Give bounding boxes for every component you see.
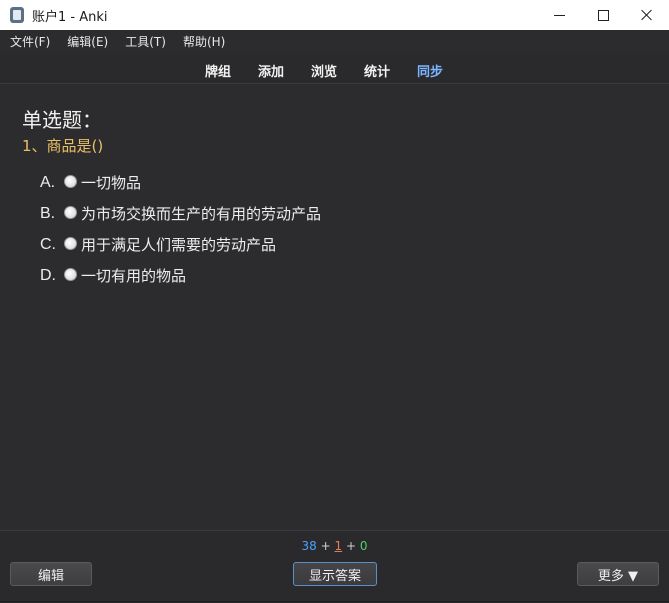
anki-icon bbox=[10, 7, 24, 23]
review-card: 单选题： 1、商品是() A. 一切物品 B. 为市场交换而生产的有用的劳动产品… bbox=[0, 84, 669, 530]
radio-icon[interactable] bbox=[64, 268, 77, 281]
option-letter: A. bbox=[40, 173, 56, 191]
new-count: 38 bbox=[301, 539, 317, 553]
option-text: 为市场交换而生产的有用的劳动产品 bbox=[81, 205, 322, 223]
radio-icon[interactable] bbox=[64, 175, 77, 188]
menu-tools[interactable]: 工具(T) bbox=[119, 33, 172, 50]
menu-edit[interactable]: 编辑(E) bbox=[61, 33, 114, 50]
maximize-button[interactable] bbox=[581, 0, 625, 30]
question-text: 1、商品是() bbox=[22, 137, 104, 155]
bottom-bar: 38 + 1 + 0 编辑 显示答案 更多 ▼ bbox=[0, 530, 669, 603]
minimize-button[interactable] bbox=[537, 0, 581, 30]
menu-bar: 文件(F) 编辑(E) 工具(T) 帮助(H) bbox=[0, 30, 669, 52]
toolbar-browse[interactable]: 浏览 bbox=[311, 61, 337, 80]
option-letter: B. bbox=[40, 204, 56, 222]
title-bar: 账户1 - Anki bbox=[0, 0, 669, 30]
option-b[interactable]: B. 为市场交换而生产的有用的劳动产品 bbox=[40, 203, 321, 224]
count-separator: + bbox=[345, 539, 357, 553]
due-counts: 38 + 1 + 0 bbox=[0, 539, 669, 553]
option-text: 用于满足人们需要的劳动产品 bbox=[81, 236, 277, 254]
edit-button[interactable]: 编辑 bbox=[10, 562, 92, 586]
show-answer-button[interactable]: 显示答案 bbox=[293, 562, 377, 586]
close-icon bbox=[641, 9, 653, 21]
learn-count: 1 bbox=[334, 539, 343, 553]
option-a[interactable]: A. 一切物品 bbox=[40, 172, 141, 193]
count-separator: + bbox=[320, 539, 331, 553]
card-heading: 单选题： bbox=[22, 108, 102, 132]
radio-icon[interactable] bbox=[64, 206, 77, 219]
toolbar-add[interactable]: 添加 bbox=[258, 61, 284, 80]
radio-icon[interactable] bbox=[64, 237, 77, 250]
option-d[interactable]: D. 一切有用的物品 bbox=[40, 265, 186, 286]
toolbar-decks[interactable]: 牌组 bbox=[205, 61, 231, 80]
option-text: 一切有用的物品 bbox=[81, 267, 187, 285]
minimize-icon bbox=[553, 14, 565, 16]
maximize-icon bbox=[597, 9, 609, 21]
window-title: 账户1 - Anki bbox=[32, 9, 108, 25]
option-letter: C. bbox=[40, 235, 56, 253]
menu-help[interactable]: 帮助(H) bbox=[177, 33, 231, 50]
top-toolbar: 牌组 添加 浏览 统计 同步 bbox=[0, 53, 669, 84]
review-count: 0 bbox=[359, 539, 368, 553]
window-controls bbox=[537, 0, 669, 30]
close-button[interactable] bbox=[625, 0, 669, 30]
option-letter: D. bbox=[40, 266, 56, 284]
toolbar-sync[interactable]: 同步 bbox=[417, 61, 443, 80]
option-text: 一切物品 bbox=[81, 174, 142, 192]
more-button[interactable]: 更多 ▼ bbox=[577, 562, 659, 586]
menu-file[interactable]: 文件(F) bbox=[4, 33, 56, 50]
toolbar-stats[interactable]: 统计 bbox=[364, 61, 390, 80]
option-c[interactable]: C. 用于满足人们需要的劳动产品 bbox=[40, 234, 276, 255]
